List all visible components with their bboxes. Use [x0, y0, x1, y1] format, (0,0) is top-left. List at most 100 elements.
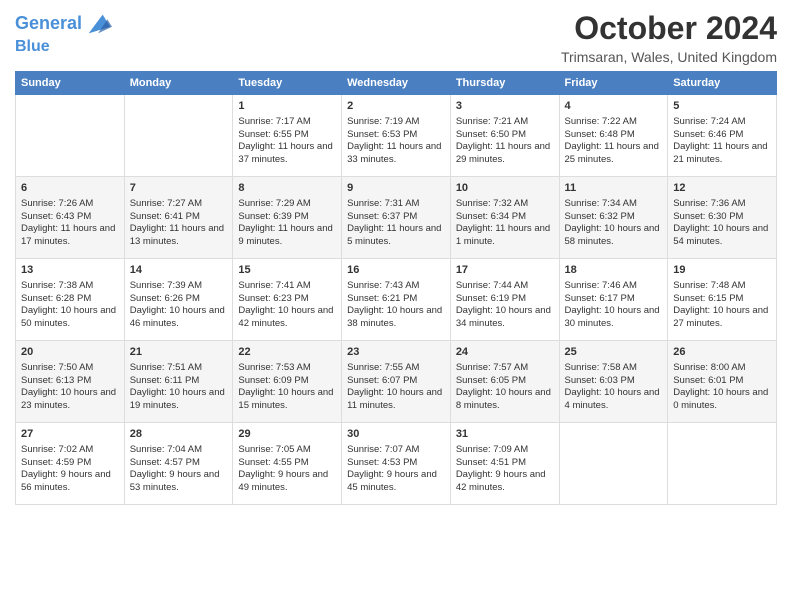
day-number: 11 [565, 181, 663, 196]
day-info: Sunrise: 7:31 AM Sunset: 6:37 PM Dayligh… [347, 198, 445, 249]
day-number: 5 [673, 99, 771, 114]
table-cell: 28 Sunrise: 7:04 AM Sunset: 4:57 PM Dayli… [124, 423, 233, 505]
table-cell: 3 Sunrise: 7:21 AM Sunset: 6:50 PM Daylig… [450, 95, 559, 177]
table-cell: 12 Sunrise: 7:36 AM Sunset: 6:30 PM Dayli… [668, 177, 777, 259]
table-cell: 10Sunrise: 7:32 AM Sunset: 6:34 PM Dayli… [450, 177, 559, 259]
table-cell: 7 Sunrise: 7:27 AM Sunset: 6:41 PM Daylig… [124, 177, 233, 259]
day-number: 6 [21, 181, 119, 196]
day-number: 23 [347, 345, 445, 360]
table-cell: 16 Sunrise: 7:43 AM Sunset: 6:21 PM Dayli… [342, 259, 451, 341]
day-info: Sunrise: 7:04 AM Sunset: 4:57 PM Dayligh… [130, 444, 228, 495]
day-info: Sunrise: 7:21 AM Sunset: 6:50 PM Dayligh… [456, 116, 554, 167]
day-number: 20 [21, 345, 119, 360]
day-number: 18 [565, 263, 663, 278]
calendar-week-row: 27Sunrise: 7:02 AM Sunset: 4:59 PM Dayli… [16, 423, 777, 505]
day-number: 7 [130, 181, 228, 196]
col-sunday: Sunday [16, 72, 125, 95]
table-cell: 29 Sunrise: 7:05 AM Sunset: 4:55 PM Dayli… [233, 423, 342, 505]
day-info: Sunrise: 7:48 AM Sunset: 6:15 PM Dayligh… [673, 280, 771, 331]
day-info: Sunrise: 7:27 AM Sunset: 6:41 PM Dayligh… [130, 198, 228, 249]
day-number: 24 [456, 345, 554, 360]
day-info: Sunrise: 7:57 AM Sunset: 6:05 PM Dayligh… [456, 362, 554, 413]
day-info: Sunrise: 7:44 AM Sunset: 6:19 PM Dayligh… [456, 280, 554, 331]
table-cell: 4 Sunrise: 7:22 AM Sunset: 6:48 PM Daylig… [559, 95, 668, 177]
day-number: 9 [347, 181, 445, 196]
title-block: October 2024 Trimsaran, Wales, United Ki… [561, 10, 777, 65]
logo: General Blue [15, 10, 112, 56]
day-number: 3 [456, 99, 554, 114]
table-cell: 19 Sunrise: 7:48 AM Sunset: 6:15 PM Dayli… [668, 259, 777, 341]
table-cell: 15Sunrise: 7:41 AM Sunset: 6:23 PM Dayli… [233, 259, 342, 341]
day-number: 19 [673, 263, 771, 278]
table-cell: 8Sunrise: 7:29 AM Sunset: 6:39 PM Daylig… [233, 177, 342, 259]
day-number: 31 [456, 427, 554, 442]
day-info: Sunrise: 7:05 AM Sunset: 4:55 PM Dayligh… [238, 444, 336, 495]
day-info: Sunrise: 7:22 AM Sunset: 6:48 PM Dayligh… [565, 116, 663, 167]
day-info: Sunrise: 7:07 AM Sunset: 4:53 PM Dayligh… [347, 444, 445, 495]
day-number: 29 [238, 427, 336, 442]
day-number: 22 [238, 345, 336, 360]
day-number: 13 [21, 263, 119, 278]
table-cell: 11Sunrise: 7:34 AM Sunset: 6:32 PM Dayli… [559, 177, 668, 259]
table-cell: 1Sunrise: 7:17 AM Sunset: 6:55 PM Daylig… [233, 95, 342, 177]
day-info: Sunrise: 8:00 AM Sunset: 6:01 PM Dayligh… [673, 362, 771, 413]
day-info: Sunrise: 7:24 AM Sunset: 6:46 PM Dayligh… [673, 116, 771, 167]
day-info: Sunrise: 7:58 AM Sunset: 6:03 PM Dayligh… [565, 362, 663, 413]
calendar-week-row: 13 Sunrise: 7:38 AM Sunset: 6:28 PM Dayli… [16, 259, 777, 341]
table-cell: 9 Sunrise: 7:31 AM Sunset: 6:37 PM Daylig… [342, 177, 451, 259]
day-info: Sunrise: 7:09 AM Sunset: 4:51 PM Dayligh… [456, 444, 554, 495]
day-number: 25 [565, 345, 663, 360]
day-number: 28 [130, 427, 228, 442]
table-cell [124, 95, 233, 177]
day-info: Sunrise: 7:32 AM Sunset: 6:34 PM Dayligh… [456, 198, 554, 249]
table-cell: 23Sunrise: 7:55 AM Sunset: 6:07 PM Dayli… [342, 341, 451, 423]
header: General Blue October 2024 Trimsaran, Wal… [15, 10, 777, 65]
table-cell: 22Sunrise: 7:53 AM Sunset: 6:09 PM Dayli… [233, 341, 342, 423]
table-cell: 26Sunrise: 8:00 AM Sunset: 6:01 PM Dayli… [668, 341, 777, 423]
day-number: 15 [238, 263, 336, 278]
day-info: Sunrise: 7:43 AM Sunset: 6:21 PM Dayligh… [347, 280, 445, 331]
table-cell: 21 Sunrise: 7:51 AM Sunset: 6:11 PM Dayli… [124, 341, 233, 423]
calendar-page: General Blue October 2024 Trimsaran, Wal… [0, 0, 792, 612]
day-info: Sunrise: 7:38 AM Sunset: 6:28 PM Dayligh… [21, 280, 119, 331]
day-number: 27 [21, 427, 119, 442]
day-number: 17 [456, 263, 554, 278]
col-monday: Monday [124, 72, 233, 95]
day-number: 4 [565, 99, 663, 114]
table-cell: 17 Sunrise: 7:44 AM Sunset: 6:19 PM Dayli… [450, 259, 559, 341]
table-cell: 25 Sunrise: 7:58 AM Sunset: 6:03 PM Dayli… [559, 341, 668, 423]
table-cell: 5 Sunrise: 7:24 AM Sunset: 6:46 PM Daylig… [668, 95, 777, 177]
day-info: Sunrise: 7:51 AM Sunset: 6:11 PM Dayligh… [130, 362, 228, 413]
day-info: Sunrise: 7:29 AM Sunset: 6:39 PM Dayligh… [238, 198, 336, 249]
day-number: 12 [673, 181, 771, 196]
day-info: Sunrise: 7:26 AM Sunset: 6:43 PM Dayligh… [21, 198, 119, 249]
table-cell: 31 Sunrise: 7:09 AM Sunset: 4:51 PM Dayli… [450, 423, 559, 505]
col-saturday: Saturday [668, 72, 777, 95]
day-number: 1 [238, 99, 336, 114]
table-cell: 27Sunrise: 7:02 AM Sunset: 4:59 PM Dayli… [16, 423, 125, 505]
calendar-body: 1Sunrise: 7:17 AM Sunset: 6:55 PM Daylig… [16, 95, 777, 505]
day-info: Sunrise: 7:50 AM Sunset: 6:13 PM Dayligh… [21, 362, 119, 413]
col-friday: Friday [559, 72, 668, 95]
day-number: 30 [347, 427, 445, 442]
calendar-header: Sunday Monday Tuesday Wednesday Thursday… [16, 72, 777, 95]
table-cell: 18Sunrise: 7:46 AM Sunset: 6:17 PM Dayli… [559, 259, 668, 341]
day-info: Sunrise: 7:36 AM Sunset: 6:30 PM Dayligh… [673, 198, 771, 249]
main-title: October 2024 [561, 10, 777, 47]
day-number: 2 [347, 99, 445, 114]
table-cell: 14Sunrise: 7:39 AM Sunset: 6:26 PM Dayli… [124, 259, 233, 341]
logo-text: General [15, 14, 82, 34]
subtitle: Trimsaran, Wales, United Kingdom [561, 49, 777, 65]
table-cell: 24 Sunrise: 7:57 AM Sunset: 6:05 PM Dayli… [450, 341, 559, 423]
table-cell: 13 Sunrise: 7:38 AM Sunset: 6:28 PM Dayli… [16, 259, 125, 341]
day-number: 16 [347, 263, 445, 278]
logo-blue: Blue [15, 38, 112, 56]
col-thursday: Thursday [450, 72, 559, 95]
logo-icon [84, 10, 112, 38]
day-number: 14 [130, 263, 228, 278]
logo-general: General [15, 13, 82, 33]
calendar-week-row: 20 Sunrise: 7:50 AM Sunset: 6:13 PM Dayli… [16, 341, 777, 423]
day-number: 21 [130, 345, 228, 360]
calendar-week-row: 6 Sunrise: 7:26 AM Sunset: 6:43 PM Daylig… [16, 177, 777, 259]
table-cell: 30 Sunrise: 7:07 AM Sunset: 4:53 PM Dayli… [342, 423, 451, 505]
